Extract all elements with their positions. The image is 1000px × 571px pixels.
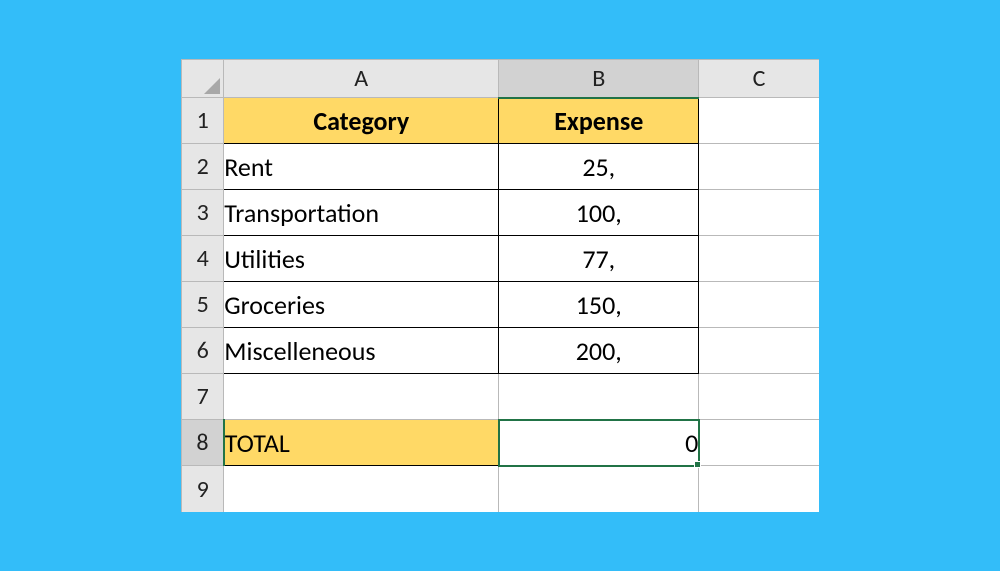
row-header-4[interactable]: 4: [182, 236, 224, 282]
cell-B2[interactable]: 25,: [499, 144, 699, 190]
column-header-C[interactable]: C: [699, 60, 819, 98]
row-header-3[interactable]: 3: [182, 190, 224, 236]
cell-A3[interactable]: Transportation: [224, 190, 499, 236]
cell-B3[interactable]: 100,: [499, 190, 699, 236]
row-header-1[interactable]: 1: [182, 98, 224, 144]
spreadsheet-grid[interactable]: A B C 1 Category Expense 2 Rent 25, 3 Tr…: [181, 59, 819, 512]
cell-B6[interactable]: 200,: [499, 328, 699, 374]
cell-A6[interactable]: Miscelleneous: [224, 328, 499, 374]
row-header-7[interactable]: 7: [182, 374, 224, 420]
column-header-A[interactable]: A: [224, 60, 499, 98]
cell-C9[interactable]: [699, 466, 819, 512]
row-header-5[interactable]: 5: [182, 282, 224, 328]
row-header-2[interactable]: 2: [182, 144, 224, 190]
cell-B5[interactable]: 150,: [499, 282, 699, 328]
cell-A5[interactable]: Groceries: [224, 282, 499, 328]
cell-A1[interactable]: Category: [224, 98, 499, 144]
cell-A7[interactable]: [224, 374, 499, 420]
cell-A9[interactable]: [224, 466, 499, 512]
cell-B1[interactable]: Expense: [499, 98, 699, 144]
cell-B4[interactable]: 77,: [499, 236, 699, 282]
cell-A2[interactable]: Rent: [224, 144, 499, 190]
fill-handle[interactable]: [694, 461, 701, 468]
row-header-6[interactable]: 6: [182, 328, 224, 374]
cell-C2[interactable]: [699, 144, 819, 190]
cell-C6[interactable]: [699, 328, 819, 374]
select-all-triangle-icon: [204, 78, 220, 94]
cell-C7[interactable]: [699, 374, 819, 420]
row-header-9[interactable]: 9: [182, 466, 224, 512]
select-all-corner[interactable]: [182, 60, 224, 98]
cell-B7[interactable]: [499, 374, 699, 420]
cell-C8[interactable]: [699, 420, 819, 466]
cell-C5[interactable]: [699, 282, 819, 328]
cell-B9[interactable]: [499, 466, 699, 512]
cell-B8-value: 0: [685, 427, 698, 459]
cell-B8[interactable]: 0: [499, 420, 699, 466]
cell-A4[interactable]: Utilities: [224, 236, 499, 282]
row-header-8[interactable]: 8: [182, 420, 224, 466]
cell-C1[interactable]: [699, 98, 819, 144]
column-header-B[interactable]: B: [499, 60, 699, 98]
cell-C4[interactable]: [699, 236, 819, 282]
cell-C3[interactable]: [699, 190, 819, 236]
cell-A8[interactable]: TOTAL: [224, 420, 499, 466]
